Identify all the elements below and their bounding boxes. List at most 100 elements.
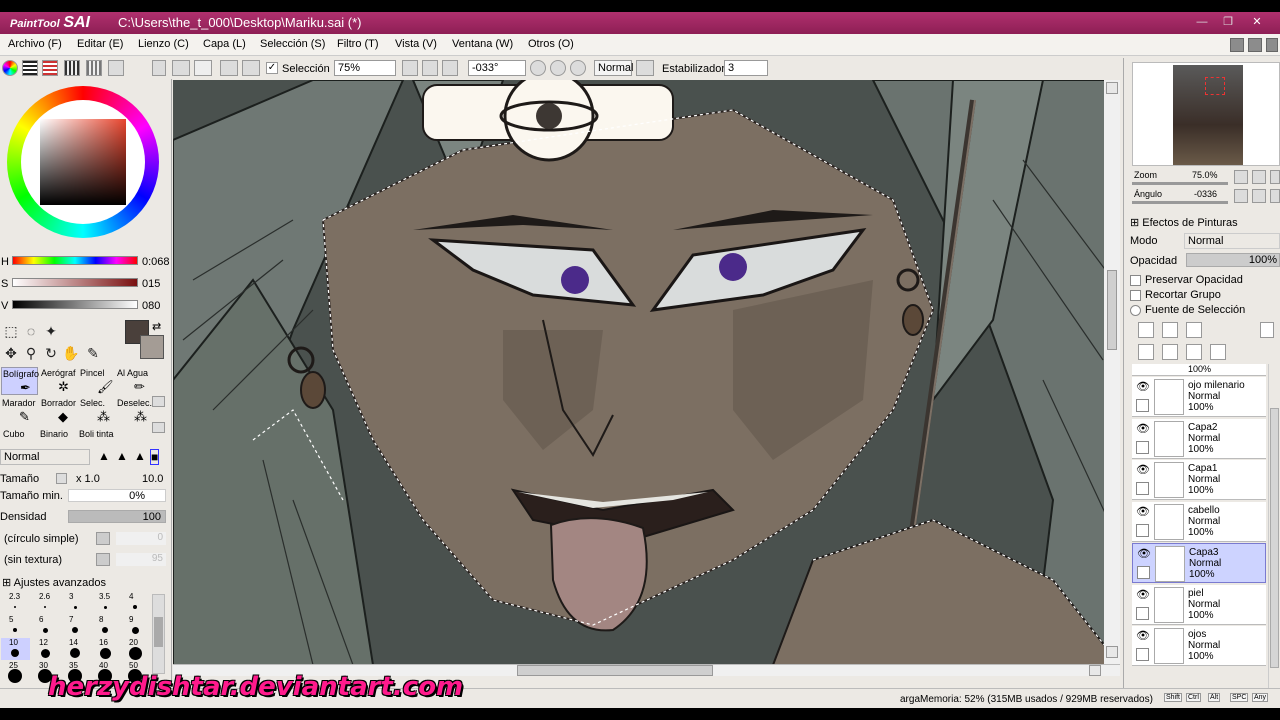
tip-square-icon[interactable]: ■ (150, 449, 160, 465)
new-layer-icon[interactable] (1138, 322, 1154, 338)
brush-borrador[interactable]: Borrador ◆ (40, 397, 77, 425)
navigator-rotate-right-button[interactable] (1270, 189, 1280, 203)
brush-size-preset[interactable]: 4 (121, 592, 150, 614)
color-wheel[interactable] (7, 86, 159, 238)
layer-row-capa2[interactable]: 👁 Capa2 Normal 100% (1132, 418, 1266, 459)
scroll-down-arrow-icon[interactable] (1106, 646, 1118, 658)
panel-menu-button[interactable] (152, 60, 166, 76)
layer-mode-select[interactable]: Normal (1184, 233, 1280, 249)
close-button[interactable]: ✕ (1242, 14, 1272, 30)
menu-otros[interactable]: Otros (O) (528, 38, 574, 50)
brush-size-preset[interactable]: 25 (1, 661, 30, 683)
visibility-eye-icon[interactable]: 👁 (1136, 464, 1150, 476)
menu-filtro[interactable]: Filtro (T) (337, 38, 379, 50)
menu-ventana[interactable]: Ventana (W) (452, 38, 513, 50)
size-value[interactable]: 10.0 (142, 473, 163, 485)
selection-checkbox[interactable]: ✓ (266, 62, 278, 74)
scratchpad-tab-icon[interactable] (108, 60, 124, 76)
scroll-up-arrow-icon[interactable] (1106, 82, 1118, 94)
brush-size-preset[interactable]: 6 (31, 615, 60, 637)
visibility-eye-icon[interactable]: 👁 (1136, 630, 1150, 642)
brush-binario[interactable]: Binario (40, 429, 68, 439)
eyedropper-icon[interactable]: ✎ (84, 344, 102, 362)
brush-al-agua[interactable]: Al Agua ✏ (116, 367, 153, 395)
shape-select[interactable]: (círculo simple) (4, 533, 79, 545)
canvas-vertical-scrollbar[interactable] (1104, 80, 1120, 665)
menu-capa[interactable]: Capa (L) (203, 38, 246, 50)
lasso-icon[interactable]: ◌ (22, 322, 40, 340)
size-multiplier[interactable]: x 1.0 (76, 473, 100, 485)
menu-seleccion[interactable]: Selección (S) (260, 38, 325, 50)
layer-lock-checkbox[interactable] (1136, 440, 1149, 454)
rotate-reset-button[interactable] (550, 60, 566, 76)
texture-dropdown-icon[interactable] (96, 553, 110, 566)
new-folder-icon[interactable] (1186, 322, 1202, 338)
layer-row-capa1[interactable]: 👁 Capa1 Normal 100% (1132, 460, 1266, 500)
brush-selec[interactable]: Selec. ⁂ (79, 397, 116, 425)
texture-strength-slider[interactable]: 95 (116, 553, 166, 566)
min-size-slider[interactable]: 0% (68, 489, 166, 502)
rect-select-icon[interactable]: ⬚ (2, 322, 20, 340)
undo-button[interactable] (172, 60, 190, 76)
brush-deselec[interactable]: Deselec. ⁂ (116, 397, 153, 425)
maximize-button[interactable]: ❐ (1216, 14, 1240, 30)
layer-panel-options-icon[interactable] (1260, 322, 1274, 338)
texture-select[interactable]: (sin textura) (4, 554, 62, 566)
layer-lock-checkbox[interactable] (1136, 523, 1149, 537)
color-wheel-tab-icon[interactable] (2, 60, 18, 76)
visibility-eye-icon[interactable]: 👁 (1137, 548, 1151, 560)
layer-row-piel[interactable]: 👁 piel Normal 100% (1132, 584, 1266, 625)
layer-row-capa3[interactable]: 👁 Capa3 Normal 100% (1132, 543, 1266, 583)
navigator-zoom-slider[interactable] (1132, 182, 1228, 185)
invert-selection-button[interactable] (242, 60, 260, 76)
zoom-icon[interactable]: ⚲ (22, 344, 40, 362)
brush-size-preset[interactable]: 2.3 (1, 592, 30, 614)
layer-lock-checkbox[interactable] (1136, 606, 1149, 620)
drawing-canvas[interactable] (173, 80, 1120, 665)
layer-list-scrollbar[interactable] (1268, 364, 1280, 688)
layer-lock-checkbox[interactable] (1136, 399, 1149, 412)
swap-colors-icon[interactable]: ⇄ (152, 320, 161, 333)
visibility-eye-icon[interactable]: 👁 (1136, 381, 1150, 393)
navigator-rotate-left-button[interactable] (1234, 189, 1248, 203)
clip-group-option[interactable]: Recortar Grupo (1130, 289, 1221, 301)
size-multiplier-checkbox[interactable] (56, 473, 67, 484)
rotate-right-button[interactable] (570, 60, 586, 76)
navigator-zoom-out-button[interactable] (1234, 170, 1248, 184)
zoom-in-button[interactable] (422, 60, 438, 76)
shape-strength-slider[interactable]: 0 (116, 532, 166, 545)
tip-soft-icon[interactable]: ▲ (134, 449, 146, 463)
brush-size-preset[interactable]: 16 (91, 638, 120, 660)
swatches-tab-icon[interactable] (64, 60, 80, 76)
transfer-down-icon[interactable] (1138, 344, 1154, 360)
brush-aerografo[interactable]: Aerógraf ✲ (40, 367, 77, 395)
preserve-opacity-checkbox[interactable] (1130, 274, 1141, 286)
new-linework-layer-icon[interactable] (1162, 322, 1178, 338)
vertical-scroll-thumb[interactable] (1107, 270, 1117, 350)
swatch-grid-tab-icon[interactable] (86, 60, 102, 76)
value-slider[interactable] (12, 300, 138, 309)
horizontal-scroll-thumb[interactable] (517, 665, 713, 676)
saturation-slider[interactable] (12, 278, 138, 287)
navigator-preview[interactable] (1132, 62, 1280, 166)
tip-hard-icon[interactable]: ▲ (98, 449, 110, 463)
zoom-select[interactable]: 75% (334, 60, 396, 76)
preserve-opacity-option[interactable]: Preservar Opacidad (1130, 274, 1243, 286)
color-saturation-square[interactable] (40, 119, 126, 205)
brush-size-preset[interactable]: 10 (1, 638, 30, 660)
menu-vista[interactable]: Vista (V) (395, 38, 437, 50)
layer-lock-checkbox[interactable] (1136, 482, 1149, 495)
visibility-eye-icon[interactable]: 👁 (1136, 506, 1150, 518)
brush-size-preset[interactable]: 9 (121, 615, 150, 637)
brush-boligrafo[interactable]: Bolígrafo ✒ (1, 367, 39, 395)
navigator-zoom-reset-button[interactable] (1270, 170, 1280, 184)
hue-slider[interactable] (12, 256, 138, 265)
brush-size-preset[interactable]: 12 (31, 638, 60, 660)
tip-medium-icon[interactable]: ▲ (116, 449, 128, 463)
stabilizer-select[interactable]: 3 (724, 60, 768, 76)
brush-size-preset[interactable]: 2.6 (31, 592, 60, 614)
canvas-artwork[interactable] (173, 80, 1120, 665)
brush-pincel[interactable]: Pincel 🖌 (79, 367, 116, 395)
layer-opacity-slider[interactable]: 100% (1186, 253, 1280, 267)
layer-row-cabello[interactable]: 👁 cabello Normal 100% (1132, 501, 1266, 542)
